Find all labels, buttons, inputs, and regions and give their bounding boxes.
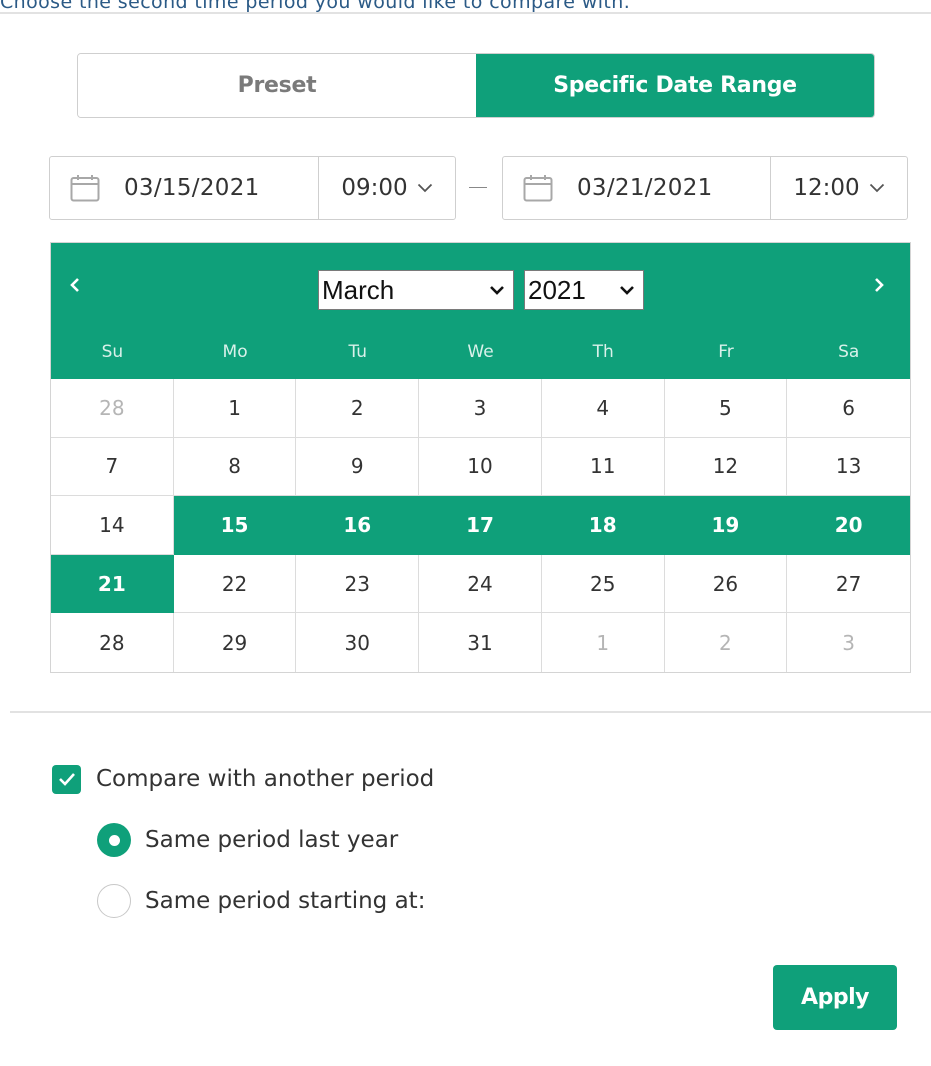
end-date-value: 03/21/2021 — [577, 175, 713, 201]
day-cell[interactable]: 12 — [664, 437, 788, 497]
radio-label: Same period starting at: — [145, 888, 426, 914]
day-cell[interactable]: 31 — [419, 613, 542, 672]
day-cell[interactable]: 24 — [419, 554, 542, 614]
preset-tab[interactable]: Preset — [78, 54, 476, 117]
weekday-label: We — [467, 342, 494, 362]
chevron-down-icon — [490, 286, 504, 295]
weekday-label: Su — [101, 342, 124, 362]
weekday-label: Sa — [838, 342, 860, 362]
end-time-select[interactable]: 12:00 — [771, 157, 907, 219]
chevron-left-icon — [70, 278, 79, 292]
calendar-header: March 2021 Su Mo Tu We Th Fr Sa — [51, 243, 910, 379]
day-cell[interactable]: 22 — [173, 554, 297, 614]
chevron-down-icon — [417, 183, 432, 193]
day-cell[interactable]: 26 — [664, 554, 788, 614]
day-cell-selected[interactable]: 15 — [173, 496, 297, 555]
day-cell[interactable]: 25 — [541, 554, 665, 614]
day-cell-outside-month[interactable]: 2 — [665, 613, 788, 672]
day-cell-selected[interactable]: 19 — [664, 496, 788, 555]
day-cell[interactable]: 27 — [787, 555, 910, 614]
day-cell-selected[interactable]: 20 — [787, 496, 910, 555]
apply-button[interactable]: Apply — [773, 965, 897, 1030]
range-separator — [469, 187, 487, 188]
day-cell[interactable]: 10 — [419, 437, 542, 497]
weekday-header-row: Su Mo Tu We Th Fr Sa — [51, 337, 910, 377]
day-cell[interactable]: 30 — [296, 613, 420, 672]
radio-button-selected[interactable] — [97, 823, 131, 857]
radio-button-unselected[interactable] — [97, 884, 131, 918]
calendar-icon — [523, 175, 553, 202]
compare-checkbox-label: Compare with another period — [96, 766, 435, 792]
day-cell-outside-month[interactable]: 1 — [542, 613, 665, 672]
chevron-right-icon — [875, 278, 884, 292]
day-cell-outside-month[interactable]: 28 — [51, 379, 174, 438]
day-cell[interactable]: 2 — [296, 379, 420, 438]
start-datetime-field: 03/15/2021 09:00 — [49, 156, 456, 220]
day-cell[interactable]: 11 — [541, 437, 665, 497]
radio-same-period-starting-at[interactable]: Same period starting at: — [97, 884, 425, 918]
weekday-label: Th — [592, 342, 614, 362]
top-divider — [0, 12, 931, 14]
end-datetime-field: 03/21/2021 12:00 — [502, 156, 908, 220]
day-cell[interactable]: 6 — [787, 379, 910, 438]
compare-checkbox[interactable]: Compare with another period — [52, 764, 434, 794]
day-cell[interactable]: 3 — [419, 379, 542, 438]
day-grid: 28 1 2 3 4 5 6 7 8 9 10 11 12 13 14 15 16 17 18 19 20 21 22 23 2… — [51, 379, 910, 672]
day-cell[interactable]: 23 — [296, 554, 420, 614]
prev-month-button[interactable] — [61, 271, 89, 299]
start-date-input[interactable]: 03/15/2021 — [50, 157, 319, 219]
start-time-value: 09:00 — [341, 175, 408, 201]
radio-dot — [108, 834, 120, 846]
day-cell[interactable]: 1 — [173, 379, 297, 438]
day-cell-selected[interactable]: 21 — [51, 554, 174, 614]
day-cell[interactable]: 28 — [51, 613, 174, 672]
radio-label: Same period last year — [145, 827, 399, 853]
day-cell-selected[interactable]: 16 — [296, 496, 420, 555]
weekday-label: Fr — [718, 342, 734, 362]
check-icon — [58, 773, 75, 786]
day-cell[interactable]: 8 — [173, 437, 297, 497]
checkbox-checked[interactable] — [52, 764, 81, 794]
month-select[interactable]: March — [318, 270, 514, 310]
specific-date-range-tab[interactable]: Specific Date Range — [476, 54, 874, 117]
start-date-value: 03/15/2021 — [124, 175, 260, 201]
calendar: March 2021 Su Mo Tu We Th Fr Sa 28 1 2 3 4 5 6 7 8 9 10 1… — [50, 242, 911, 673]
year-select-value: 2021 — [528, 274, 586, 305]
chevron-down-icon — [869, 183, 884, 193]
day-cell[interactable]: 4 — [541, 379, 665, 438]
section-divider — [10, 711, 931, 713]
weekday-label: Mo — [222, 342, 248, 362]
year-select[interactable]: 2021 — [524, 270, 644, 310]
radio-same-period-last-year[interactable]: Same period last year — [97, 823, 398, 857]
day-cell[interactable]: 5 — [664, 379, 788, 438]
chevron-down-icon — [620, 286, 634, 295]
day-cell-selected[interactable]: 17 — [419, 496, 542, 555]
day-cell-selected[interactable]: 18 — [541, 496, 665, 555]
day-cell[interactable]: 29 — [174, 613, 297, 672]
day-cell-outside-month[interactable]: 3 — [787, 613, 910, 672]
day-cell[interactable]: 13 — [787, 438, 910, 497]
day-cell[interactable]: 9 — [296, 437, 420, 497]
end-time-value: 12:00 — [793, 175, 860, 201]
end-date-input[interactable]: 03/21/2021 — [503, 157, 771, 219]
day-cell[interactable]: 14 — [51, 496, 174, 555]
month-select-value: March — [322, 274, 395, 305]
next-month-button[interactable] — [865, 271, 893, 299]
range-mode-toggle: Preset Specific Date Range — [77, 53, 875, 118]
day-cell[interactable]: 7 — [51, 437, 174, 497]
weekday-label: Tu — [348, 342, 368, 362]
calendar-icon — [70, 175, 100, 202]
start-time-select[interactable]: 09:00 — [319, 157, 455, 219]
